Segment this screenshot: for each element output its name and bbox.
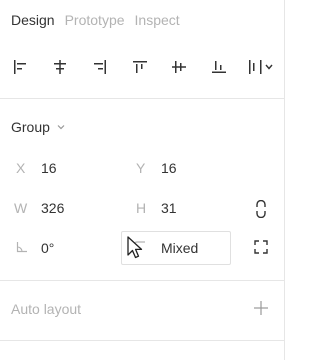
independent-corners-button[interactable] (254, 240, 268, 254)
group-section-header[interactable]: Group (11, 119, 66, 135)
tab-prototype[interactable]: Prototype (65, 12, 125, 28)
w-label: W (14, 200, 28, 216)
width-input[interactable]: 326 (41, 200, 64, 216)
align-left-icon (14, 60, 26, 74)
section-divider (0, 280, 285, 281)
h-label: H (136, 200, 147, 216)
distribute-icon (249, 60, 273, 74)
expand-corners-icon (254, 240, 268, 254)
align-bottom-icon (212, 61, 226, 73)
rotation-icon (16, 242, 27, 253)
auto-layout-title: Auto layout (11, 301, 82, 317)
tab-inspect[interactable]: Inspect (135, 12, 180, 28)
design-panel: Design Prototype Inspect Group X 16 Y 16… (0, 0, 285, 360)
align-top-button[interactable] (129, 56, 151, 78)
section-divider (0, 98, 285, 99)
align-vertical-center-button[interactable] (168, 56, 190, 78)
constrain-proportions-button[interactable] (254, 199, 268, 219)
height-input[interactable]: 31 (161, 200, 177, 216)
align-top-icon (133, 61, 147, 73)
align-left-button[interactable] (9, 56, 31, 78)
align-vertical-center-icon (172, 61, 186, 73)
section-divider (0, 340, 285, 341)
corner-radius-input[interactable]: Mixed (161, 240, 198, 256)
group-title: Group (11, 119, 50, 135)
align-bottom-button[interactable] (208, 56, 230, 78)
align-horizontal-center-button[interactable] (49, 56, 71, 78)
alignment-toolbar (9, 56, 279, 78)
y-label: Y (136, 160, 146, 176)
plus-icon (254, 301, 268, 315)
distribute-menu-button[interactable] (247, 56, 277, 78)
tab-design[interactable]: Design (11, 12, 55, 28)
align-right-icon (94, 60, 106, 74)
link-icon (256, 199, 266, 219)
y-input[interactable]: 16 (161, 160, 177, 176)
panel-tabs: Design Prototype Inspect (11, 12, 180, 28)
add-auto-layout-button[interactable] (253, 300, 269, 316)
rotation-input[interactable]: 0° (41, 240, 54, 256)
x-label: X (16, 160, 26, 176)
align-right-button[interactable] (89, 56, 111, 78)
x-input[interactable]: 16 (41, 160, 57, 176)
chevron-down-icon (57, 125, 65, 130)
align-horizontal-center-icon (54, 60, 66, 74)
mouse-cursor-icon (127, 236, 143, 259)
